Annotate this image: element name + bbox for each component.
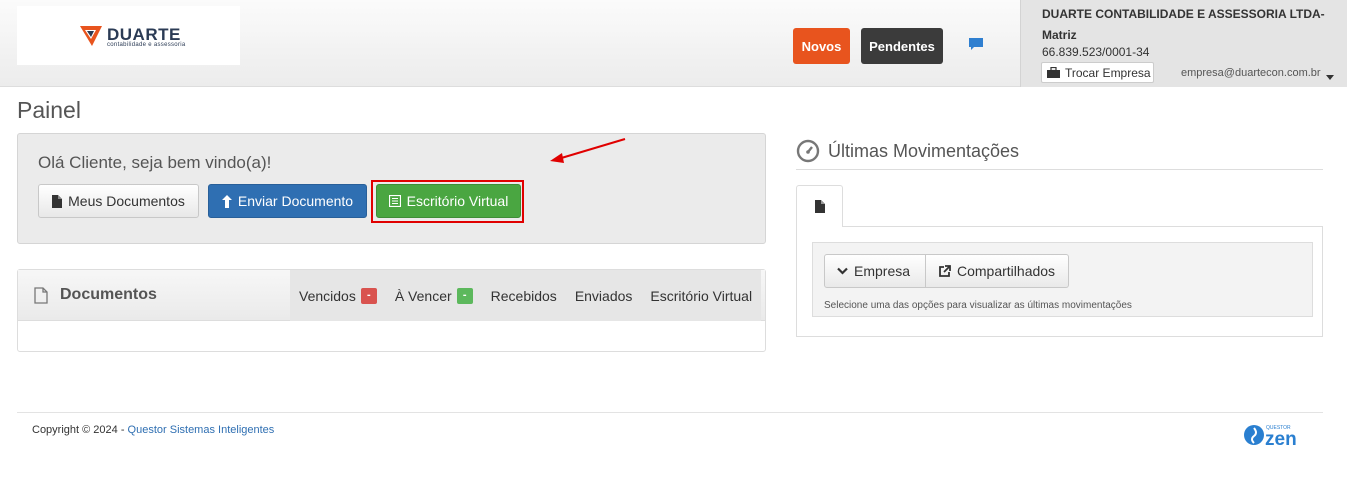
company-name: DUARTE CONTABILIDADE E ASSESSORIA LTDA-M… bbox=[1042, 7, 1325, 42]
questor-zen-logo: QUESTOR zen bbox=[1244, 425, 1297, 449]
logo-tagline: contabilidade e assessoria bbox=[107, 42, 186, 48]
escritorio-virtual-label: Escritório Virtual bbox=[406, 193, 509, 209]
enviar-documento-button[interactable]: Enviar Documento bbox=[208, 184, 367, 218]
company-logo[interactable]: DUARTE contabilidade e assessoria bbox=[17, 6, 240, 65]
top-header: DUARTE contabilidade e assessoria Novos … bbox=[0, 0, 1347, 87]
dashboard-gauge-icon bbox=[796, 139, 820, 163]
empresa-button[interactable]: Empresa bbox=[824, 254, 926, 288]
company-cnpj: 66.839.523/0001-34 bbox=[1042, 45, 1150, 59]
tab-recebidos-label: Recebidos bbox=[490, 287, 557, 304]
welcome-greeting: Olá Cliente, seja bem vindo(a)! bbox=[38, 153, 272, 172]
novos-button[interactable]: Novos bbox=[793, 28, 850, 64]
meus-documentos-button[interactable]: Meus Documentos bbox=[38, 184, 199, 218]
documentos-panel: Documentos Vencidos - À Vencer - Recebid… bbox=[17, 269, 766, 352]
documentos-tabs: Vencidos - À Vencer - Recebidos Enviados… bbox=[290, 270, 762, 321]
movimentacoes-hint: Selecione uma das opções para visualizar… bbox=[824, 300, 1132, 311]
compartilhados-label: Compartilhados bbox=[957, 263, 1056, 279]
page-title: Painel bbox=[17, 97, 81, 123]
enviar-documento-label: Enviar Documento bbox=[237, 193, 354, 209]
tab-enviados[interactable]: Enviados bbox=[566, 270, 642, 321]
tab-vencidos[interactable]: Vencidos - bbox=[290, 270, 386, 321]
movimentacoes-filter-box: Empresa Compartilhados Selecione uma das… bbox=[812, 242, 1313, 317]
footer-copyright: Copyright © 2024 - Questor Sistemas Inte… bbox=[32, 424, 274, 436]
movimentacoes-title-label: Últimas Movimentações bbox=[828, 140, 1020, 161]
chevron-down-icon bbox=[837, 267, 848, 275]
documentos-title-label: Documentos bbox=[60, 286, 157, 303]
documentos-header: Documentos Vencidos - À Vencer - Recebid… bbox=[18, 270, 765, 321]
list-icon bbox=[388, 195, 401, 207]
welcome-panel: Olá Cliente, seja bem vindo(a)! Meus Doc… bbox=[17, 133, 766, 244]
documentos-title: Documentos bbox=[34, 286, 157, 304]
arrow-up-icon bbox=[221, 194, 232, 208]
footer-divider bbox=[17, 412, 1323, 413]
movimentacoes-title: Últimas Movimentações bbox=[796, 133, 1323, 170]
duarte-logo-icon bbox=[80, 26, 102, 46]
chevron-down-icon[interactable] bbox=[1326, 75, 1334, 80]
empresa-label: Empresa bbox=[854, 263, 911, 279]
tab-recebidos[interactable]: Recebidos bbox=[482, 270, 566, 321]
escritorio-virtual-button[interactable]: Escritório Virtual bbox=[376, 184, 521, 218]
compartilhados-button[interactable]: Compartilhados bbox=[926, 254, 1069, 288]
chat-icon[interactable] bbox=[968, 37, 984, 51]
logo-zen-text: zen bbox=[1265, 429, 1297, 449]
file-icon bbox=[52, 194, 63, 208]
annotation-arrow-icon bbox=[550, 138, 626, 163]
tab-vencidos-label: Vencidos bbox=[299, 287, 356, 304]
file-icon bbox=[814, 200, 825, 213]
company-panel: DUARTE CONTABILIDADE E ASSESSORIA LTDA-M… bbox=[1020, 0, 1347, 87]
tab-documents[interactable] bbox=[796, 185, 843, 227]
share-icon bbox=[939, 264, 951, 277]
tab-escritorio-virtual-label: Escritório Virtual bbox=[650, 287, 753, 304]
copyright-text: Copyright © 2024 - bbox=[32, 424, 128, 436]
briefcase-icon bbox=[1047, 67, 1060, 78]
file-outline-icon bbox=[34, 286, 48, 304]
switch-company-label: Trocar Empresa bbox=[1065, 65, 1151, 80]
meus-documentos-label: Meus Documentos bbox=[68, 193, 185, 209]
pendentes-button[interactable]: Pendentes bbox=[861, 28, 943, 64]
user-email[interactable]: empresa@duartecon.com.br bbox=[1181, 67, 1321, 79]
tab-a-vencer-label: À Vencer bbox=[394, 287, 452, 304]
tab-escritorio-virtual[interactable]: Escritório Virtual bbox=[641, 270, 761, 321]
switch-company-button[interactable]: Trocar Empresa bbox=[1041, 62, 1154, 83]
a-vencer-badge: - bbox=[456, 287, 473, 304]
tab-a-vencer[interactable]: À Vencer - bbox=[386, 270, 482, 321]
vencidos-badge: - bbox=[360, 287, 377, 304]
questor-link[interactable]: Questor Sistemas Inteligentes bbox=[128, 424, 275, 436]
tab-enviados-label: Enviados bbox=[574, 287, 633, 304]
movimentacoes-filter-group: Empresa Compartilhados bbox=[824, 254, 1069, 288]
movimentacoes-body: Empresa Compartilhados Selecione uma das… bbox=[796, 226, 1323, 337]
